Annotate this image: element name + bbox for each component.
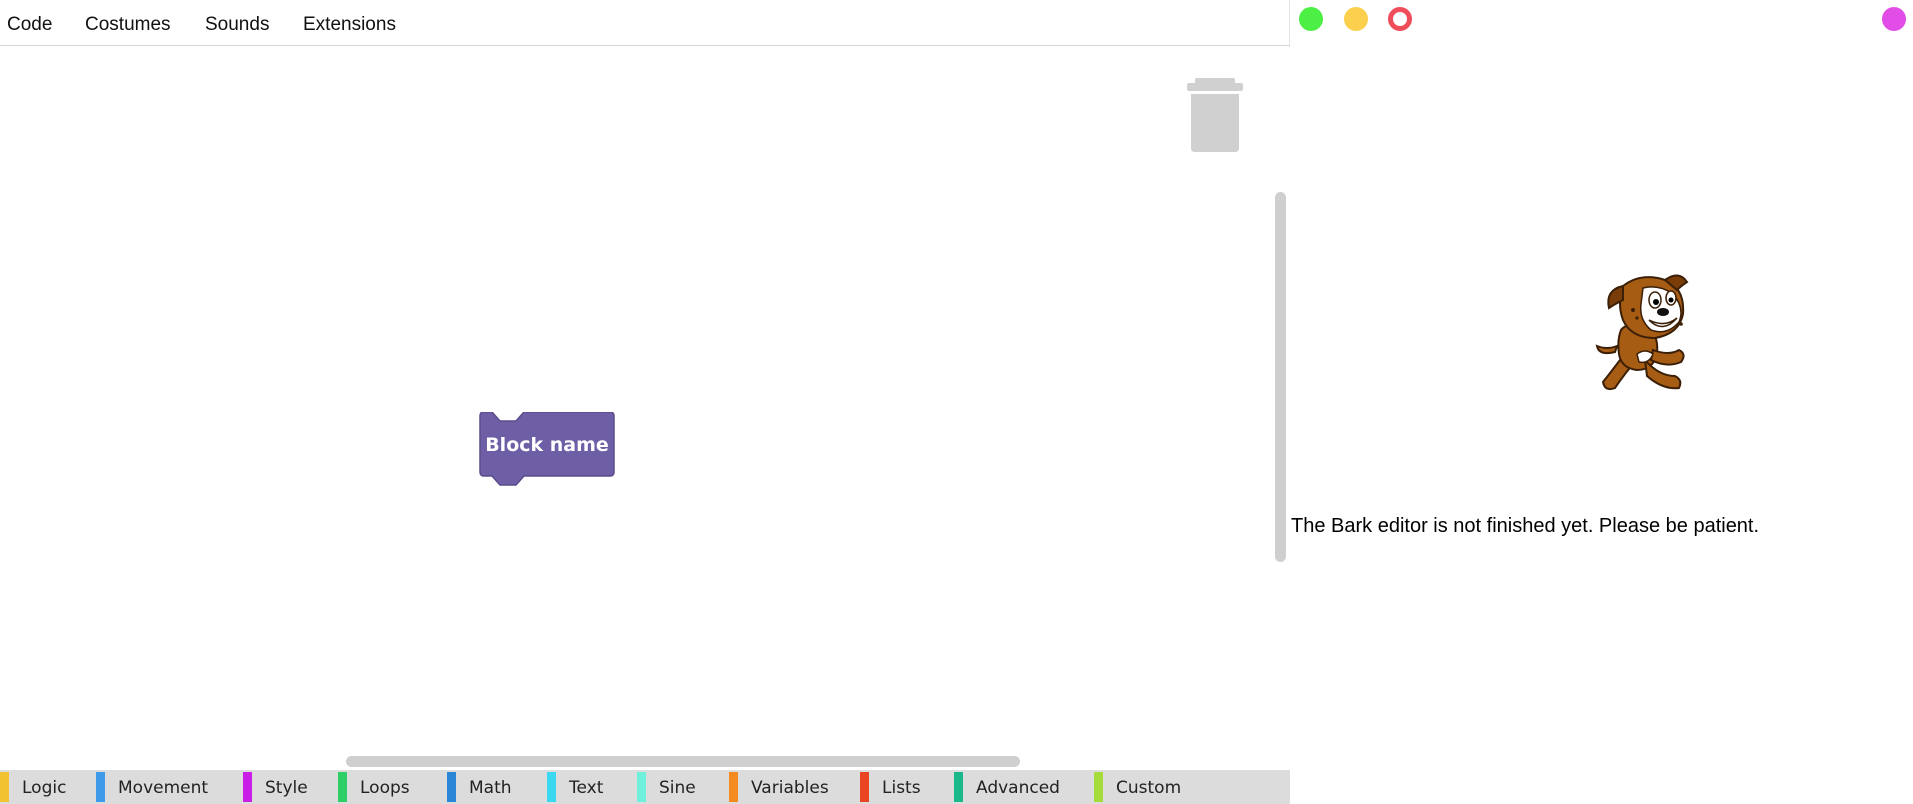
category-color-swatch — [729, 772, 738, 802]
category-label: Style — [265, 778, 308, 798]
category-color-swatch — [338, 772, 347, 802]
pink-dot-button[interactable] — [1882, 7, 1906, 31]
block-name-block[interactable] — [478, 412, 616, 488]
category-bar: Logic Movement Style Loops Math Text Sine Varia… — [0, 770, 1290, 804]
category-color-swatch — [1094, 772, 1103, 802]
category-color-swatch — [547, 772, 556, 802]
category-color-swatch — [243, 772, 252, 802]
category-label: Variables — [751, 778, 829, 798]
category-label: Math — [469, 778, 512, 798]
category-color-swatch — [860, 772, 869, 802]
category-label: Custom — [1116, 778, 1182, 798]
category-color-swatch — [0, 772, 9, 802]
pause-button[interactable] — [1344, 7, 1368, 31]
editor-tabs: Code Costumes Sounds Extensions — [0, 0, 1290, 46]
category-color-swatch — [96, 772, 105, 802]
green-flag-button[interactable] — [1299, 7, 1323, 31]
dog-sprite-icon[interactable] — [1593, 264, 1693, 394]
horizontal-scrollbar[interactable] — [346, 756, 1020, 767]
category-label: Movement — [118, 778, 209, 798]
tab-extensions[interactable]: Extensions — [303, 14, 396, 36]
code-editor-pane: Code Costumes Sounds Extensions Block na… — [0, 0, 1290, 804]
stage-message: The Bark editor is not finished yet. Ple… — [1291, 515, 1760, 537]
tab-sounds[interactable]: Sounds — [205, 14, 269, 36]
trash-can-icon[interactable] — [1185, 78, 1245, 152]
tab-code[interactable]: Code — [7, 14, 52, 36]
category-label: Loops — [360, 778, 410, 798]
category-color-swatch — [447, 772, 456, 802]
category-label: Lists — [882, 778, 921, 798]
vertical-scrollbar[interactable] — [1275, 192, 1286, 562]
category-label: Text — [569, 778, 604, 798]
category-label: Advanced — [976, 778, 1060, 798]
stop-button[interactable] — [1388, 7, 1412, 31]
stage-pane: The Bark editor is not finished yet. Ple… — [1291, 0, 1913, 804]
block-workspace[interactable] — [0, 47, 1290, 770]
category-label: Logic — [22, 778, 67, 798]
tab-costumes[interactable]: Costumes — [85, 14, 171, 36]
category-label: Sine — [659, 778, 696, 798]
category-color-swatch — [954, 772, 963, 802]
category-color-swatch — [637, 772, 646, 802]
